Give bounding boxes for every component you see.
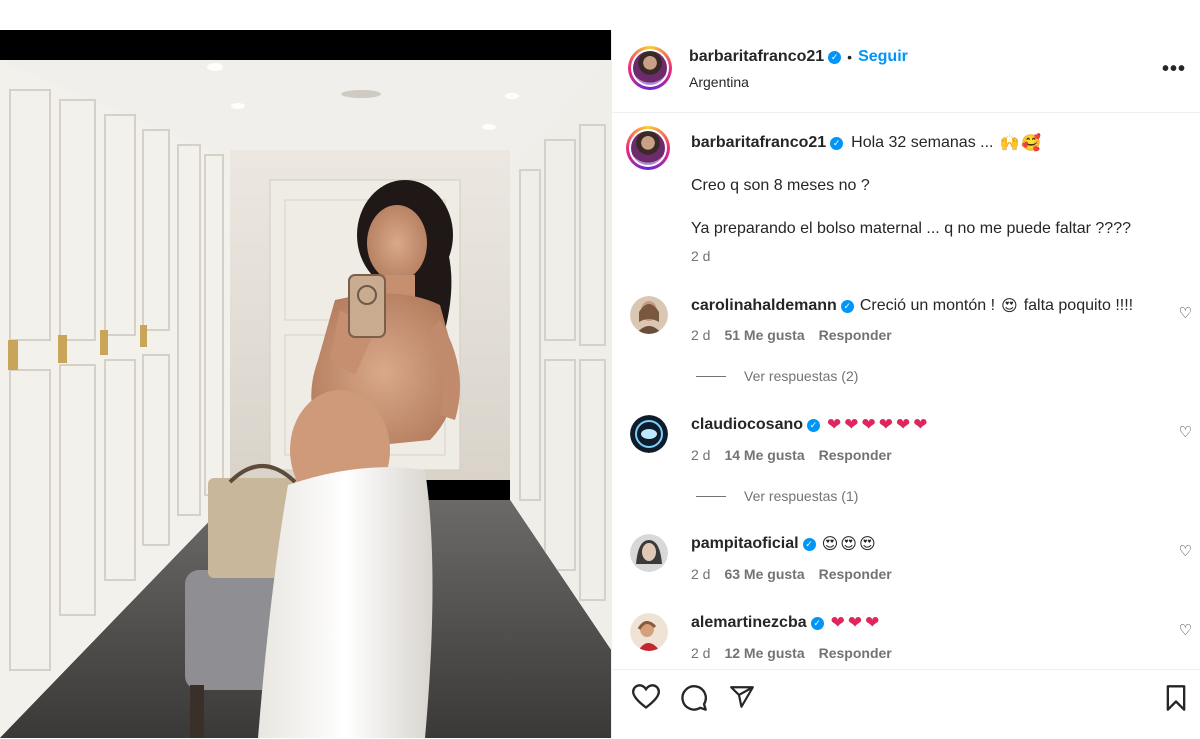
caption-avatar[interactable] — [626, 126, 670, 170]
red-heart-icon: ❤ — [896, 415, 911, 434]
caption-time[interactable]: 2 d — [691, 248, 710, 264]
reply-button[interactable]: Responder — [819, 447, 892, 463]
comment-likes[interactable]: 51 Me gusta — [724, 327, 804, 343]
verified-badge-icon: ✓ — [807, 418, 821, 432]
caption-text-3: Ya preparando el bolso maternal ... q no… — [691, 220, 1131, 237]
heart-eyes-icon: 😍 — [840, 536, 857, 553]
heart-eyes-icon: 😍 — [858, 536, 876, 553]
like-heart-icon[interactable] — [631, 684, 661, 715]
heart-eyes-icon: 😍 — [1001, 298, 1018, 315]
post-details-pane: barbaritafranco21 ✓ • Seguir Argentina •… — [612, 30, 1200, 738]
commenter-avatar[interactable] — [630, 415, 668, 453]
red-heart-icon: ❤ — [830, 613, 845, 632]
red-heart-icon: ❤ — [847, 613, 863, 632]
red-heart-icon: ❤ — [861, 415, 876, 434]
commenter-avatar[interactable] — [630, 534, 668, 572]
comment-meta: 2 d 63 Me gusta Responder — [691, 566, 892, 582]
verified-badge-icon: ✓ — [810, 616, 824, 630]
heart-eyes-icon: 😍 — [821, 536, 839, 553]
raised-hands-icon: 🙌 — [999, 135, 1020, 152]
view-replies-label: Ver respuestas (1) — [744, 488, 859, 504]
caption-text-2: Creo q son 8 meses no ? — [691, 177, 870, 194]
reply-button[interactable]: Responder — [819, 566, 892, 582]
paper-plane-icon[interactable] — [728, 684, 756, 715]
view-replies-button[interactable]: Ver respuestas (2) — [696, 368, 858, 384]
smiling-hearts-icon: 🥰 — [1021, 135, 1042, 152]
caption-text-1: Hola 32 semanas ... — [851, 134, 994, 151]
comment-line: carolinahaldemann ✓ Creció un montón ! 😍… — [691, 296, 1133, 316]
comment-meta: 2 d 51 Me gusta Responder — [691, 327, 892, 343]
comment-line: pampitaoficial ✓ 😍 😍 😍 — [691, 534, 876, 554]
post-action-bar — [612, 669, 1200, 739]
comment-like-heart-icon[interactable]: ♡ — [1179, 542, 1192, 560]
commenter-username[interactable]: claudiocosano — [691, 416, 803, 434]
comment-meta: 2 d 12 Me gusta Responder — [691, 645, 892, 661]
post-location[interactable]: Argentina — [689, 74, 749, 90]
comment-likes[interactable]: 63 Me gusta — [724, 566, 804, 582]
comment-line: alemartinezcba ✓ ❤ ❤ ❤ — [691, 613, 879, 633]
caption-first-line: barbaritafranco21 ✓ Hola 32 semanas ... … — [691, 133, 1041, 153]
verified-badge-icon: ✓ — [840, 299, 854, 313]
verified-badge-icon: ✓ — [802, 537, 816, 551]
view-replies-button[interactable]: Ver respuestas (1) — [696, 488, 858, 504]
caption-username[interactable]: barbaritafranco21 — [691, 134, 826, 152]
more-options-icon[interactable]: ••• — [1162, 58, 1186, 81]
comment-time[interactable]: 2 d — [691, 327, 710, 343]
commenter-avatar[interactable] — [630, 296, 668, 334]
comment-time[interactable]: 2 d — [691, 566, 710, 582]
commenter-avatar[interactable] — [630, 613, 668, 651]
commenter-username[interactable]: carolinahaldemann — [691, 297, 837, 315]
view-replies-label: Ver respuestas (2) — [744, 368, 859, 384]
comment-time[interactable]: 2 d — [691, 645, 710, 661]
comment-meta: 2 d 14 Me gusta Responder — [691, 447, 892, 463]
header-separator: • — [847, 49, 853, 65]
reply-button[interactable]: Responder — [819, 327, 892, 343]
comment-bubble-icon[interactable] — [680, 684, 708, 717]
red-heart-icon: ❤ — [878, 415, 894, 434]
comment-time[interactable]: 2 d — [691, 447, 710, 463]
verified-badge-icon: ✓ — [828, 50, 842, 64]
red-heart-icon: ❤ — [865, 613, 880, 632]
comment-text-tail: falta poquito !!!! — [1023, 297, 1134, 314]
commenter-username[interactable]: pampitaoficial — [691, 535, 799, 553]
follow-button[interactable]: Seguir — [858, 48, 908, 66]
comment-line: claudiocosano ✓ ❤ ❤ ❤ ❤ ❤ ❤ — [691, 415, 928, 435]
author-avatar[interactable] — [628, 46, 672, 90]
comment-like-heart-icon[interactable]: ♡ — [1179, 621, 1192, 639]
post-photo[interactable] — [0, 30, 611, 738]
post-header: barbaritafranco21 ✓ • Seguir Argentina •… — [612, 30, 1200, 113]
comment-likes[interactable]: 12 Me gusta — [724, 645, 804, 661]
comment-text: Creció un montón ! — [859, 297, 996, 314]
verified-badge-icon: ✓ — [830, 136, 844, 150]
post-photo-image — [0, 30, 611, 738]
comment-like-heart-icon[interactable]: ♡ — [1179, 304, 1192, 322]
bookmark-icon[interactable] — [1164, 684, 1188, 717]
comments-list[interactable]: barbaritafranco21 ✓ Hola 32 semanas ... … — [612, 113, 1200, 668]
comment-likes[interactable]: 14 Me gusta — [724, 447, 804, 463]
commenter-username[interactable]: alemartinezcba — [691, 614, 807, 632]
reply-button[interactable]: Responder — [819, 645, 892, 661]
red-heart-icon: ❤ — [913, 415, 928, 434]
author-username[interactable]: barbaritafranco21 — [689, 48, 824, 66]
comment-like-heart-icon[interactable]: ♡ — [1179, 423, 1192, 441]
red-heart-icon: ❤ — [844, 415, 859, 434]
red-heart-icon: ❤ — [827, 415, 842, 434]
